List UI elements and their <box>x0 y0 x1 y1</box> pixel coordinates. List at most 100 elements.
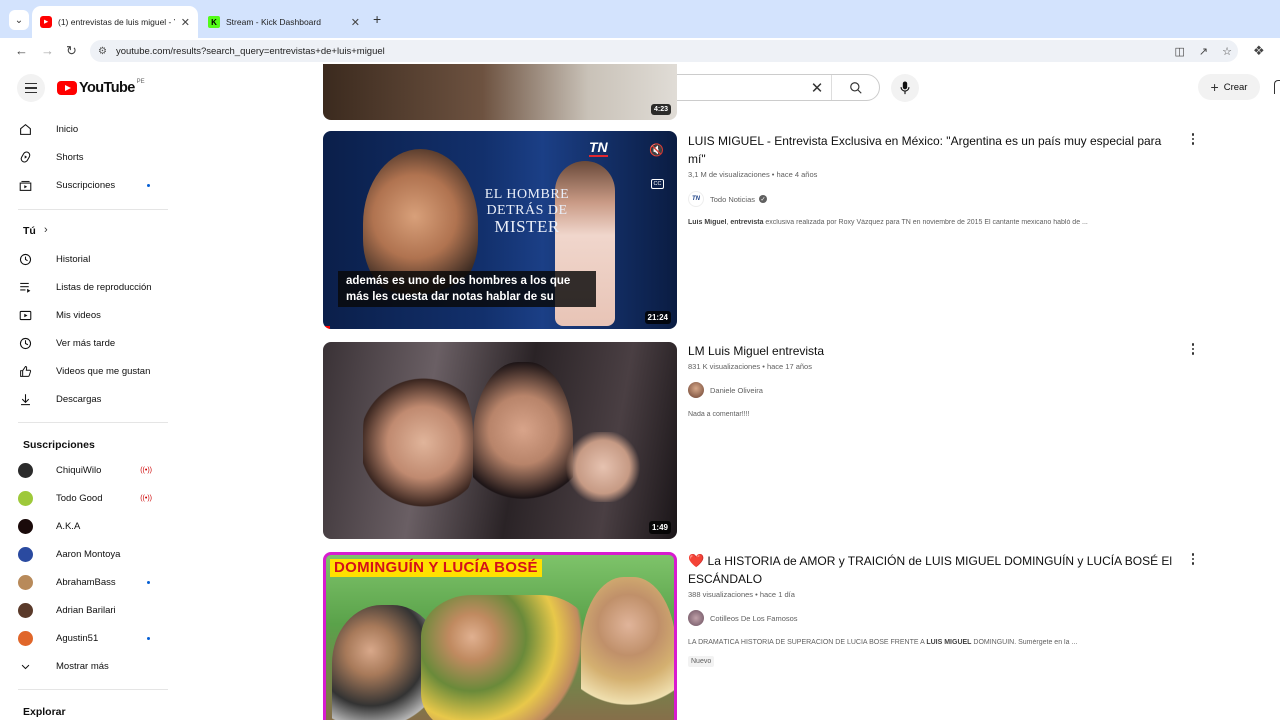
create-button[interactable]: + Crear <box>1198 74 1260 100</box>
clear-search-icon[interactable]: ✕ <box>803 79 831 97</box>
extensions-icon[interactable]: ❖ <box>1253 43 1265 59</box>
home-icon <box>18 122 32 136</box>
video-title[interactable]: ❤️ La HISTORIA de AMOR y TRAICIÓN de LUI… <box>688 552 1176 588</box>
video-metadata: 388 visualizaciones • hace 1 día <box>688 590 795 599</box>
view-count: 388 visualizaciones <box>688 590 754 599</box>
sidebar-item-shorts[interactable]: Shorts <box>18 144 168 170</box>
video-thumbnail-previous[interactable]: 4:23 <box>323 64 677 120</box>
install-app-icon[interactable]: ◫ <box>1175 45 1185 58</box>
forward-icon[interactable]: → <box>41 43 54 58</box>
caption-box: además es uno de los hombres a los que m… <box>338 271 596 307</box>
sidebar-sub-abrahambass[interactable]: AbrahamBass <box>18 569 168 595</box>
thumbnail-bullfighter-image <box>581 577 674 720</box>
upload-age: hace 1 día <box>759 590 795 599</box>
sidebar-item-historial[interactable]: Historial <box>18 246 168 272</box>
more-actions-icon[interactable] <box>1190 133 1196 145</box>
new-tab-icon[interactable]: + <box>373 11 381 27</box>
sidebar-item-playlists[interactable]: Listas de reproducción <box>18 274 168 300</box>
youtube-favicon-icon: ▶ <box>40 16 52 28</box>
channel-link[interactable]: Cotilleos De Los Famosos <box>688 610 798 626</box>
sidebar-item-inicio[interactable]: Inicio <box>18 116 168 142</box>
youtube-page: YouTube PE entrevistas de luis miguel ✕ … <box>0 64 1280 720</box>
caption-line: más les cuesta dar notas hablar de su <box>346 291 554 303</box>
search-button[interactable] <box>831 75 879 100</box>
channel-link[interactable]: Daniele Oliveira <box>688 382 763 398</box>
video-metadata: 831 K visualizaciones • hace 17 años <box>688 362 812 371</box>
tn-logo: TN <box>589 139 608 157</box>
subscriptions-heading: Suscripciones <box>23 439 95 451</box>
channel-avatar <box>688 382 704 398</box>
verified-check-icon: ✓ <box>759 195 768 203</box>
thumbnail-overlay-text: EL HOMBRE DETRÁS DE MISTER <box>484 187 570 236</box>
tab-search-chevron-icon[interactable]: ⌄ <box>9 10 29 30</box>
sidebar-sub-aaron-montoya[interactable]: Aaron Montoya <box>18 541 168 567</box>
notifications-bell-icon[interactable] <box>1274 80 1280 94</box>
search-icon <box>849 81 862 94</box>
channel-link[interactable]: TN Todo Noticias ✓ <box>688 191 768 207</box>
sidebar-sub-adrian-barilari[interactable]: Adrian Barilari <box>18 597 168 623</box>
view-count: 831 K visualizaciones <box>688 362 761 371</box>
video-thumbnail[interactable]: EL HOMBRE DETRÁS DE MISTER TN 🔇 CC ademá… <box>323 131 677 329</box>
address-bar[interactable]: ⚙ youtube.com/results?search_query=entre… <box>90 40 1238 62</box>
divider <box>18 209 168 210</box>
sidebar-sub-agustin51[interactable]: Agustin51 <box>18 625 168 651</box>
video-thumbnail[interactable]: DOMINGUÍN Y LUCÍA BOSÉ <box>323 552 677 720</box>
voice-search-button[interactable] <box>891 74 919 102</box>
history-icon <box>18 252 32 266</box>
avatar <box>18 518 33 534</box>
sidebar-item-mis-videos[interactable]: Mis videos <box>18 302 168 328</box>
sidebar-section-you[interactable]: Tú <box>18 218 168 244</box>
url-text: youtube.com/results?search_query=entrevi… <box>115 45 385 57</box>
mute-icon[interactable]: 🔇 <box>649 143 664 157</box>
avatar <box>18 490 33 506</box>
sidebar-sub-todo-good[interactable]: Todo Good ((•)) <box>18 485 168 511</box>
video-title[interactable]: LUIS MIGUEL - Entrevista Exclusiva en Mé… <box>688 132 1176 168</box>
sidebar-sub-chiquiwilo[interactable]: ChiquiWilo ((•)) <box>18 457 168 483</box>
sidebar-item-liked-videos[interactable]: Videos que me gustan <box>18 358 168 384</box>
playlists-icon <box>18 280 32 294</box>
close-tab-icon[interactable]: ✕ <box>351 16 360 29</box>
tab-label: (1) entrevistas de luis miguel - YouTube <box>58 17 175 27</box>
youtube-play-icon <box>57 81 77 95</box>
share-icon[interactable]: ↗ <box>1199 45 1208 58</box>
kick-favicon-icon: K <box>208 16 220 28</box>
back-icon[interactable]: ← <box>15 43 28 58</box>
shorts-icon <box>18 150 32 164</box>
reload-icon[interactable]: ↻ <box>66 43 77 59</box>
avatar <box>18 462 33 478</box>
video-description: LA DRAMÁTICA HISTORIA DE SUPERACIÓN DE L… <box>688 639 1078 646</box>
channel-avatar: TN <box>688 191 704 207</box>
sidebar-item-ver-mas-tarde[interactable]: Ver más tarde <box>18 330 168 356</box>
divider <box>18 689 168 690</box>
more-actions-icon[interactable] <box>1190 553 1196 565</box>
video-description: Luis Miguel, entrevista exclusiva realiz… <box>688 219 1088 226</box>
close-tab-icon[interactable]: ✕ <box>181 16 190 29</box>
sidebar-sub-aka[interactable]: A.K.A <box>18 513 168 539</box>
sidebar-item-suscripciones[interactable]: Suscripciones <box>18 172 168 198</box>
captions-icon[interactable]: CC <box>651 179 664 189</box>
tab-youtube[interactable]: ▶ (1) entrevistas de luis miguel - YouTu… <box>32 6 198 38</box>
duration-badge: 21:24 <box>644 311 671 324</box>
browser-tab-strip: ⌄ ▶ (1) entrevistas de luis miguel - You… <box>0 0 1280 38</box>
progress-bar <box>323 326 331 329</box>
duration-badge: 1:49 <box>648 521 671 534</box>
sidebar-show-more[interactable]: Mostrar más <box>18 653 168 679</box>
youtube-logo[interactable]: YouTube PE <box>57 79 145 96</box>
tab-label: Stream - Kick Dashboard <box>226 17 321 27</box>
channel-name: Todo Noticias <box>710 194 756 204</box>
bookmark-star-icon[interactable]: ☆ <box>1222 45 1232 58</box>
guide-menu-icon[interactable] <box>17 74 45 102</box>
more-actions-icon[interactable] <box>1190 343 1196 355</box>
video-description: Nada a comentar!!!! <box>688 411 750 418</box>
channel-name: Daniele Oliveira <box>710 385 763 395</box>
download-icon <box>18 392 32 406</box>
new-badge: Nuevo <box>688 656 715 667</box>
thumbnail-man-image <box>473 362 573 532</box>
tab-kick[interactable]: K Stream - Kick Dashboard ✕ <box>200 6 368 38</box>
video-thumbnail[interactable]: 1:49 <box>323 342 677 539</box>
subscriptions-icon <box>18 178 32 192</box>
divider <box>18 422 168 423</box>
site-info-icon[interactable]: ⚙ <box>98 46 107 57</box>
sidebar-item-descargas[interactable]: Descargas <box>18 386 168 412</box>
video-title[interactable]: LM Luis Miguel entrevista <box>688 342 1176 360</box>
